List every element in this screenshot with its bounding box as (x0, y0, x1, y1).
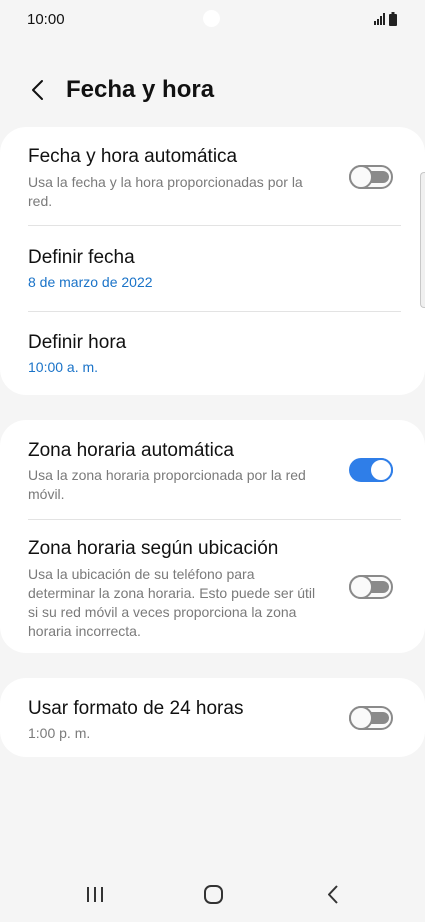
home-button[interactable] (198, 880, 228, 910)
auto-timezone-row[interactable]: Zona horaria automática Usa la zona hora… (0, 420, 425, 519)
auto-timezone-title: Zona horaria automática (28, 440, 234, 461)
format24-toggle[interactable] (349, 706, 393, 730)
location-timezone-title: Zona horaria según ubicación (28, 538, 279, 559)
home-icon (204, 885, 223, 904)
scroll-indicator[interactable] (420, 172, 425, 308)
app-header: Fecha y hora (0, 62, 425, 118)
camera-cutout (203, 10, 220, 27)
auto-timezone-toggle[interactable] (349, 458, 393, 482)
status-bar: 10:00 (0, 0, 425, 40)
set-date-value: 8 de marzo de 2022 (28, 274, 153, 290)
format24-title: Usar formato de 24 horas (28, 698, 244, 719)
signal-icon (374, 13, 385, 25)
location-timezone-toggle[interactable] (349, 575, 393, 599)
nav-back-button[interactable] (318, 880, 348, 910)
location-timezone-subtitle: Usa la ubicación de su teléfono para det… (28, 566, 316, 639)
datetime-card: Fecha y hora automática Usa la fecha y l… (0, 127, 425, 395)
set-date-title: Definir fecha (28, 247, 135, 268)
back-icon (328, 885, 338, 904)
auto-datetime-toggle[interactable] (349, 165, 393, 189)
timezone-card: Zona horaria automática Usa la zona hora… (0, 420, 425, 653)
set-time-value: 10:00 a. m. (28, 359, 99, 375)
set-time-row[interactable]: Definir hora 10:00 a. m. (0, 312, 425, 395)
page-title: Fecha y hora (66, 76, 215, 103)
auto-datetime-row[interactable]: Fecha y hora automática Usa la fecha y l… (0, 127, 425, 225)
recent-apps-icon (87, 887, 103, 902)
status-time: 10:00 (27, 11, 65, 28)
auto-timezone-subtitle: Usa la zona horaria proporcionada por la… (28, 467, 306, 502)
chevron-left-icon (32, 80, 43, 100)
navigation-bar (0, 866, 425, 922)
recent-apps-button[interactable] (80, 880, 110, 910)
location-timezone-row[interactable]: Zona horaria según ubicación Usa la ubic… (0, 520, 425, 653)
toggle-knob (349, 706, 373, 730)
set-date-row[interactable]: Definir fecha 8 de marzo de 2022 (0, 226, 425, 311)
toggle-knob (369, 458, 393, 482)
auto-datetime-title: Fecha y hora automática (28, 146, 238, 167)
format24-subtitle: 1:00 p. m. (28, 725, 91, 741)
set-time-title: Definir hora (28, 332, 127, 353)
toggle-knob (349, 165, 373, 189)
toggle-knob (349, 575, 373, 599)
format-card: Usar formato de 24 horas 1:00 p. m. (0, 678, 425, 757)
auto-datetime-subtitle: Usa la fecha y la hora proporcionadas po… (28, 174, 303, 209)
back-button[interactable] (22, 74, 54, 106)
format24-row[interactable]: Usar formato de 24 horas 1:00 p. m. (0, 678, 425, 757)
battery-icon (389, 12, 397, 26)
